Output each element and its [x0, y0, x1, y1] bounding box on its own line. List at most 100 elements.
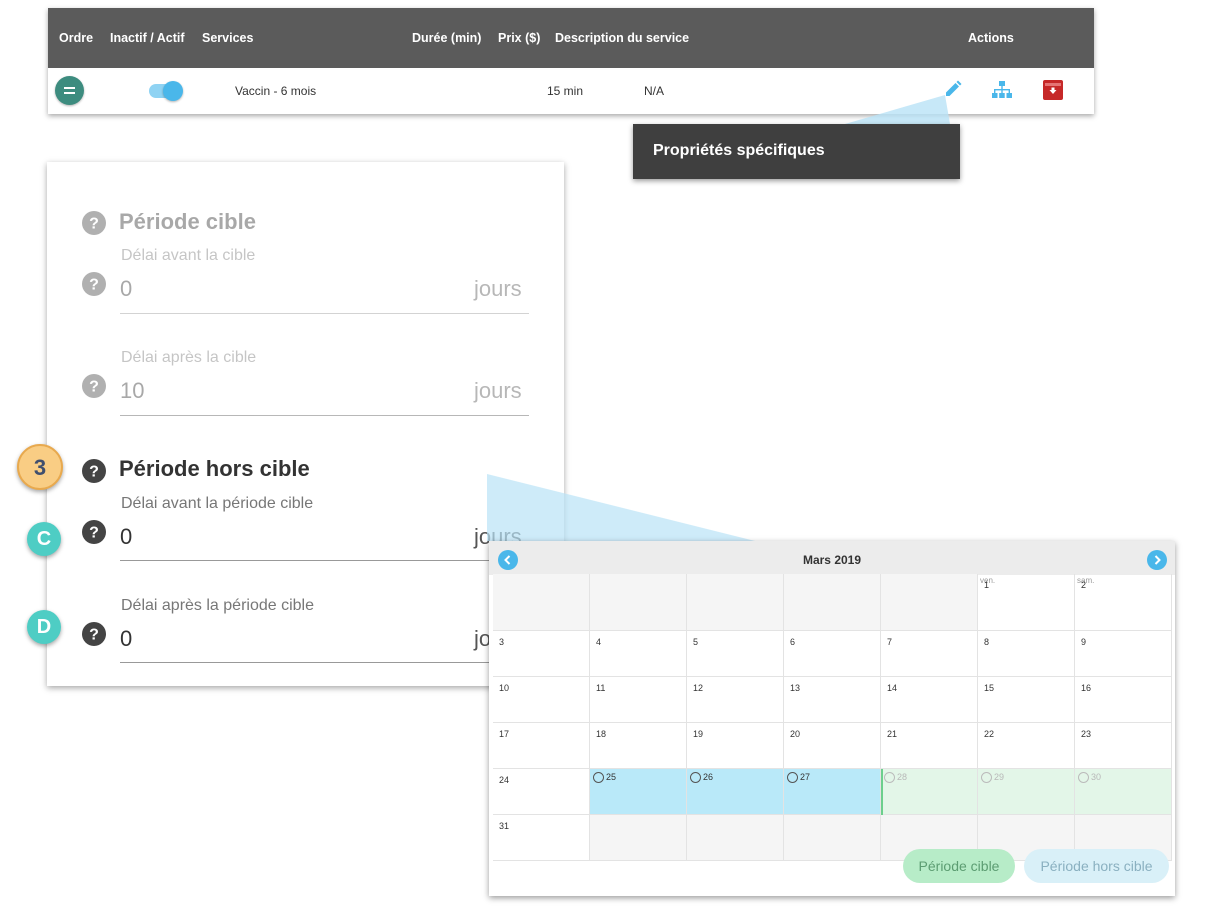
delai-apres-cible-input[interactable]: 10 — [120, 378, 144, 404]
day-number: 26 — [703, 772, 714, 782]
day-number: 31 — [499, 821, 510, 831]
day-number: 15 — [984, 683, 995, 693]
day-number: 2 — [1081, 580, 1087, 590]
calendar-day[interactable]: 8 — [978, 631, 1075, 677]
day-number: 24 — [499, 775, 510, 785]
input-underline — [120, 662, 529, 663]
calendar-day[interactable]: 26 — [687, 769, 784, 815]
day-number: 21 — [887, 729, 898, 739]
svg-text:?: ? — [89, 464, 99, 481]
tooltip-text: Propriétés spécifiques — [653, 142, 825, 159]
svg-text:?: ? — [89, 525, 99, 542]
delai-avant-cible-input[interactable]: 0 — [120, 276, 132, 302]
help-question-icon[interactable]: ? — [82, 520, 106, 544]
svg-text:?: ? — [89, 627, 99, 644]
calendar-day[interactable]: 27 — [784, 769, 881, 815]
table-row: Vaccin - 6 mois 15 min N/A — [48, 68, 1094, 114]
calendar-day[interactable]: 7 — [881, 631, 978, 677]
svg-text:?: ? — [89, 216, 99, 233]
calendar-day[interactable]: 21 — [881, 723, 978, 769]
calendar-day[interactable]: 14 — [881, 677, 978, 723]
col-duree: Durée (min) — [412, 31, 482, 45]
settings-panel: ? Période cible Délai avant la cible ? 0… — [47, 162, 564, 686]
active-toggle[interactable] — [149, 81, 183, 101]
calendar-day[interactable]: 28 — [881, 769, 978, 815]
calendar-day[interactable]: 30 — [1075, 769, 1172, 815]
input-underline — [120, 415, 529, 416]
day-number: 12 — [693, 683, 704, 693]
calendar-day[interactable]: 11 — [590, 677, 687, 723]
calendar-day[interactable]: 31 — [493, 815, 590, 861]
archive-icon[interactable] — [1043, 80, 1063, 103]
col-actions: Actions — [968, 31, 1014, 45]
calendar-day[interactable]: 5 — [687, 631, 784, 677]
input-underline — [120, 313, 529, 314]
legend-periode-cible: Période cible — [903, 849, 1015, 883]
calendar-title: Mars 2019 — [802, 553, 862, 567]
day-number: 27 — [800, 772, 811, 782]
calendar-day[interactable]: 23 — [1075, 723, 1172, 769]
day-number: 25 — [606, 772, 617, 782]
step-badge-c: C — [27, 522, 61, 556]
help-question-icon[interactable]: ? — [82, 459, 106, 483]
calendar-day[interactable]: 12 — [687, 677, 784, 723]
calendar-day[interactable]: 2 — [1075, 574, 1172, 631]
delai-apres-periode-input[interactable]: 0 — [120, 626, 132, 652]
calendar-day[interactable]: 9 — [1075, 631, 1172, 677]
calendar-day[interactable]: 16 — [1075, 677, 1172, 723]
help-question-icon[interactable]: ? — [82, 622, 106, 646]
calendar-day[interactable]: 25 — [590, 769, 687, 815]
calendar-day[interactable]: 4 — [590, 631, 687, 677]
delai-avant-cible-unit: jours — [474, 276, 522, 301]
calendar-day[interactable]: 10 — [493, 677, 590, 723]
service-description: N/A — [644, 84, 665, 98]
circle-icon — [593, 772, 604, 783]
calendar-day[interactable]: 20 — [784, 723, 881, 769]
day-number: 20 — [790, 729, 801, 739]
col-prix: Prix ($) — [498, 31, 541, 45]
calendar-day[interactable]: 17 — [493, 723, 590, 769]
step-badge-3: 3 — [17, 444, 63, 490]
period-boundary-marker — [881, 769, 883, 815]
delai-avant-periode-input[interactable]: 0 — [120, 524, 132, 550]
day-number: 13 — [790, 683, 801, 693]
calendar-day[interactable]: 15 — [978, 677, 1075, 723]
delai-avant-cible-label: Délai avant la cible — [121, 247, 256, 264]
calendar-grid: dim.lun.mar.mer.jeu.ven.sam.123456789101… — [493, 574, 1172, 861]
day-number: 9 — [1081, 637, 1087, 647]
calendar-day[interactable]: 19 — [687, 723, 784, 769]
circle-icon — [981, 772, 992, 783]
calendar-day[interactable]: 22 — [978, 723, 1075, 769]
calendar-day[interactable]: 18 — [590, 723, 687, 769]
calendar-day[interactable]: 13 — [784, 677, 881, 723]
calendar-day[interactable]: 29 — [978, 769, 1075, 815]
calendar-day-empty — [590, 574, 687, 631]
calendar-day[interactable]: 1 — [978, 574, 1075, 631]
calendar-day[interactable]: 3 — [493, 631, 590, 677]
calendar-day-empty — [687, 815, 784, 861]
day-number: 4 — [596, 637, 602, 647]
calendar-day-empty — [784, 815, 881, 861]
day-number: 16 — [1081, 683, 1092, 693]
day-number: 28 — [897, 772, 908, 782]
day-number: 29 — [994, 772, 1005, 782]
help-question-icon[interactable]: ? — [82, 211, 106, 235]
day-number: 30 — [1091, 772, 1102, 782]
day-number: 14 — [887, 683, 898, 693]
svg-text:?: ? — [89, 379, 99, 396]
col-ordre: Ordre — [59, 31, 94, 45]
day-number: 3 — [499, 637, 505, 647]
calendar-day-empty — [881, 574, 978, 631]
calendar-next-button[interactable] — [1147, 550, 1167, 570]
calendar-day[interactable]: 24 — [493, 769, 590, 815]
hierarchy-icon[interactable] — [992, 81, 1012, 102]
day-number: 10 — [499, 683, 510, 693]
calendar-day[interactable]: 6 — [784, 631, 881, 677]
help-question-icon[interactable]: ? — [82, 272, 106, 296]
day-number: 6 — [790, 637, 796, 647]
help-question-icon[interactable]: ? — [82, 374, 106, 398]
edit-pencil-icon[interactable] — [944, 80, 962, 101]
calendar-day-empty — [493, 574, 590, 631]
day-number: 5 — [693, 637, 699, 647]
drag-handle-icon[interactable] — [55, 76, 84, 105]
